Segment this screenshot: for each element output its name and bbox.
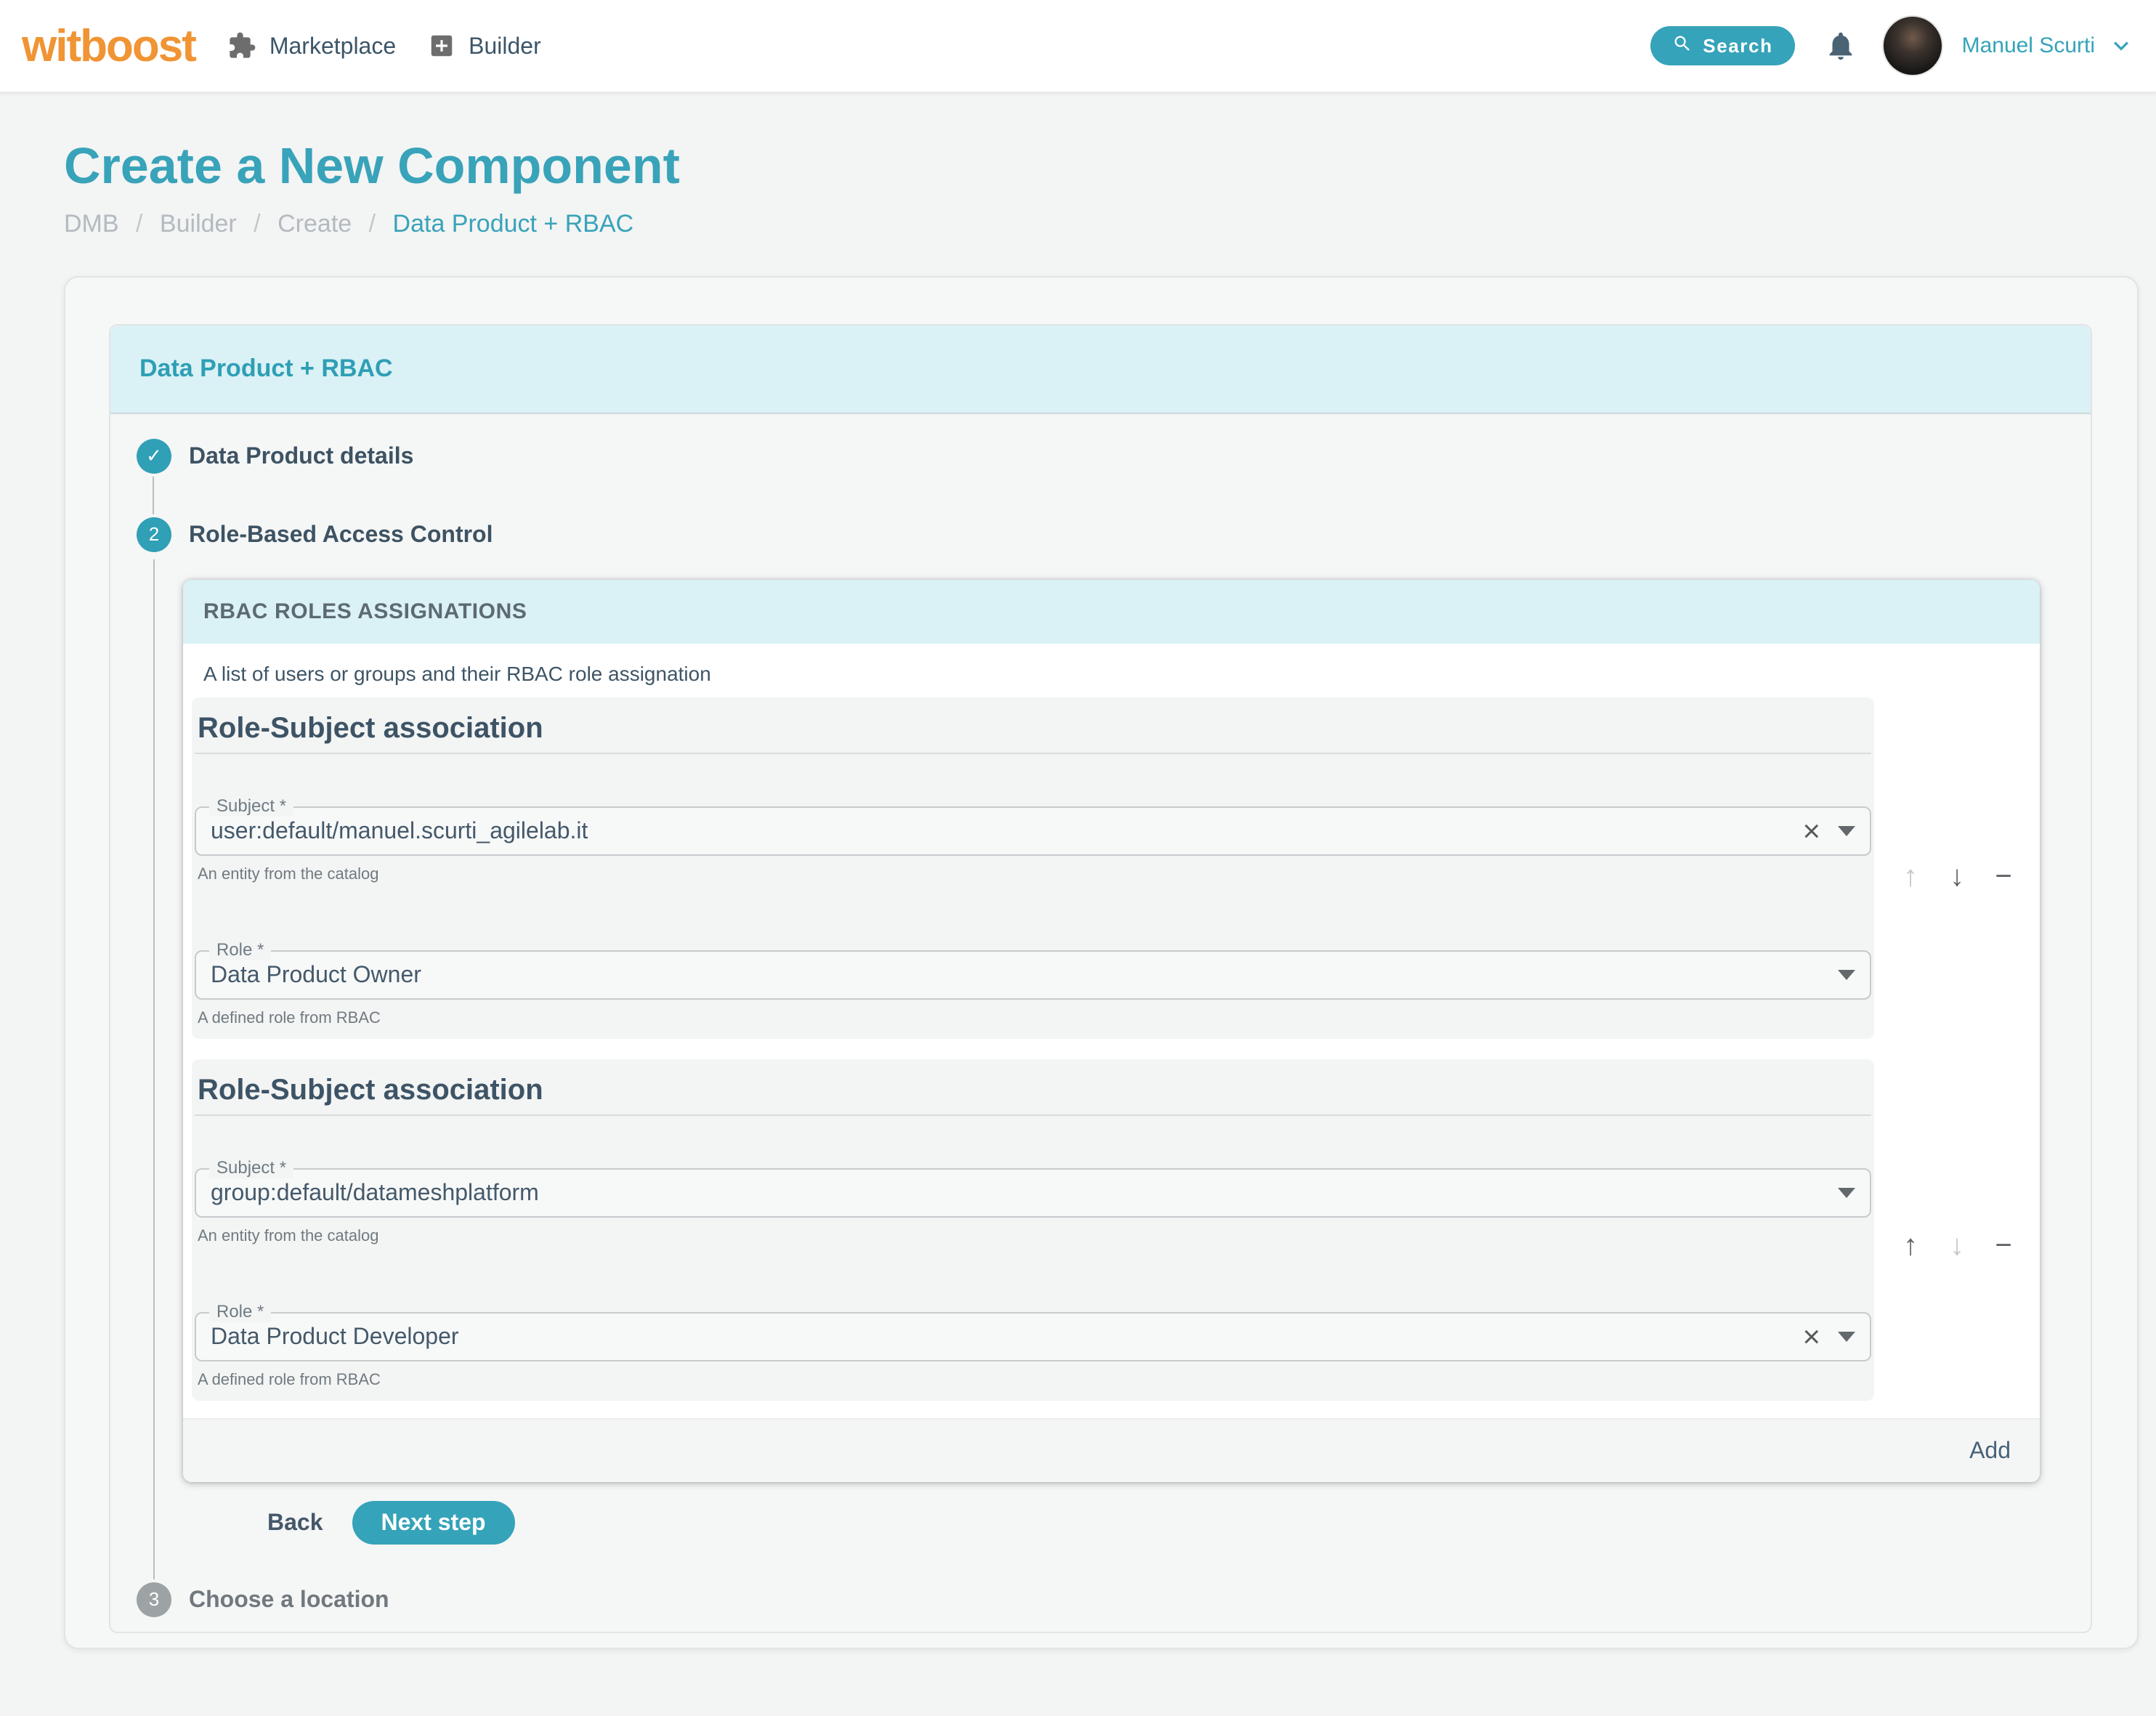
subject-input[interactable]: Subject * user:default/manuel.scurti_agi… (195, 806, 1871, 856)
subject-helper-text: An entity from the catalog (198, 1226, 1871, 1245)
step-data-product-details: ✓ Data Product details (110, 439, 2091, 474)
step2-content: RBAC ROLES ASSIGNATIONS A list of users … (183, 580, 2091, 1545)
search-label: Search (1703, 35, 1772, 57)
step2-label: Role-Based Access Control (189, 521, 493, 548)
association-row-2: Role-Subject association Subject * group… (192, 1059, 2040, 1401)
subject-input-value: group:default/datameshplatform (211, 1179, 1838, 1206)
breadcrumb-separator: / (254, 210, 260, 238)
app-window: witboost Marketplace Builder Search Manu… (0, 0, 2156, 1716)
step1-label: Data Product details (189, 442, 413, 469)
association-title: Role-Subject association (198, 1074, 1871, 1106)
role-select[interactable]: Role * Data Product Developer × (195, 1312, 1871, 1361)
nav-item-builder[interactable]: Builder (428, 32, 541, 60)
rbac-panel-description: A list of users or groups and their RBAC… (203, 663, 2040, 686)
add-box-icon (428, 32, 455, 60)
user-name[interactable]: Manuel Scurti (1962, 33, 2095, 58)
move-up-icon: ↑ (1892, 860, 1929, 895)
breadcrumb-builder[interactable]: Builder (160, 210, 237, 238)
breadcrumb-dmb[interactable]: DMB (64, 210, 119, 238)
nav-builder-label: Builder (469, 33, 541, 60)
wizard-stepper: ✓ Data Product details 2 Role-Based Acce… (110, 414, 2091, 1617)
step3-number-badge: 3 (137, 1582, 171, 1617)
template-card: Data Product + RBAC ✓ Data Product detai… (64, 276, 2139, 1649)
rbac-panel: RBAC ROLES ASSIGNATIONS A list of users … (183, 580, 2040, 1482)
rbac-panel-header: RBAC ROLES ASSIGNATIONS (183, 580, 2040, 644)
association-row-controls: ↑ ↓ − (1874, 1229, 2040, 1264)
step-choose-a-location: 3 Choose a location (110, 1582, 2091, 1617)
breadcrumb-current: Data Product + RBAC (393, 210, 634, 238)
add-button[interactable]: Add (1969, 1437, 2011, 1464)
move-up-icon[interactable]: ↑ (1892, 1229, 1929, 1264)
move-down-icon[interactable]: ↓ (1938, 860, 1976, 895)
stepper-connector (153, 477, 2091, 514)
divider (195, 1114, 1871, 1116)
witboost-logo: witboost (22, 20, 195, 72)
move-down-icon: ↓ (1938, 1229, 1976, 1264)
subject-input-value: user:default/manuel.scurti_agilelab.it (211, 817, 1802, 844)
breadcrumb-separator: / (136, 210, 142, 238)
remove-row-icon[interactable]: − (1985, 860, 2022, 895)
notifications-bell-icon[interactable] (1824, 29, 1857, 62)
panel-footer: Add (183, 1418, 2040, 1482)
stepper-connector (153, 559, 155, 1579)
breadcrumb-create[interactable]: Create (277, 210, 352, 238)
role-helper-text: A defined role from RBAC (198, 1008, 1871, 1027)
association-block: Role-Subject association Subject * group… (192, 1059, 1874, 1401)
page-body: Create a New Component DMB / Builder / C… (0, 137, 2156, 1649)
step-role-based-access-control: 2 Role-Based Access Control (110, 517, 2091, 552)
next-step-button[interactable]: Next step (352, 1501, 515, 1545)
step1-check-icon: ✓ (137, 439, 171, 474)
breadcrumb-separator: / (369, 210, 376, 238)
page-title: Create a New Component (64, 137, 2139, 195)
association-row-controls: ↑ ↓ − (1874, 860, 2040, 895)
user-avatar[interactable] (1882, 15, 1943, 76)
role-helper-text: A defined role from RBAC (198, 1370, 1871, 1389)
wizard-buttons: Back Next step (256, 1501, 2091, 1545)
back-button[interactable]: Back (256, 1509, 335, 1536)
subject-helper-text: An entity from the catalog (198, 865, 1871, 883)
dropdown-caret-icon[interactable] (1838, 1332, 1855, 1342)
clear-icon[interactable]: × (1802, 817, 1820, 846)
dropdown-caret-icon[interactable] (1838, 1188, 1855, 1198)
association-title: Role-Subject association (198, 712, 1871, 744)
role-select-label: Role * (209, 940, 271, 960)
subject-input[interactable]: Subject * group:default/datameshplatform (195, 1168, 1871, 1218)
subject-input-label: Subject * (209, 1158, 293, 1178)
top-navbar: witboost Marketplace Builder Search Manu… (0, 0, 2156, 93)
association-row-1: Role-Subject association Subject * user:… (192, 697, 2040, 1039)
dropdown-caret-icon[interactable] (1838, 826, 1855, 836)
step3-label: Choose a location (189, 1586, 389, 1613)
breadcrumb: DMB / Builder / Create / Data Product + … (64, 210, 2139, 238)
wizard-header: Data Product + RBAC (110, 325, 2091, 414)
role-select-value: Data Product Owner (211, 961, 1838, 988)
subject-input-label: Subject * (209, 796, 293, 817)
wizard-card: Data Product + RBAC ✓ Data Product detai… (109, 324, 2092, 1633)
search-icon (1672, 33, 1693, 59)
role-select-label: Role * (209, 1302, 271, 1322)
clear-icon[interactable]: × (1802, 1322, 1820, 1351)
search-button[interactable]: Search (1650, 26, 1794, 65)
remove-row-icon[interactable]: − (1985, 1229, 2022, 1264)
role-select[interactable]: Role * Data Product Owner (195, 950, 1871, 1000)
role-select-value: Data Product Developer (211, 1323, 1802, 1350)
step2-number-badge: 2 (137, 517, 171, 552)
association-block: Role-Subject association Subject * user:… (192, 697, 1874, 1039)
dropdown-caret-icon[interactable] (1838, 970, 1855, 980)
puzzle-icon (227, 31, 256, 60)
rbac-panel-body: A list of users or groups and their RBAC… (183, 644, 2040, 1401)
nav-marketplace-label: Marketplace (270, 33, 396, 60)
chevron-down-icon[interactable] (2107, 31, 2136, 60)
nav-item-marketplace[interactable]: Marketplace (227, 31, 396, 60)
divider (195, 753, 1871, 754)
